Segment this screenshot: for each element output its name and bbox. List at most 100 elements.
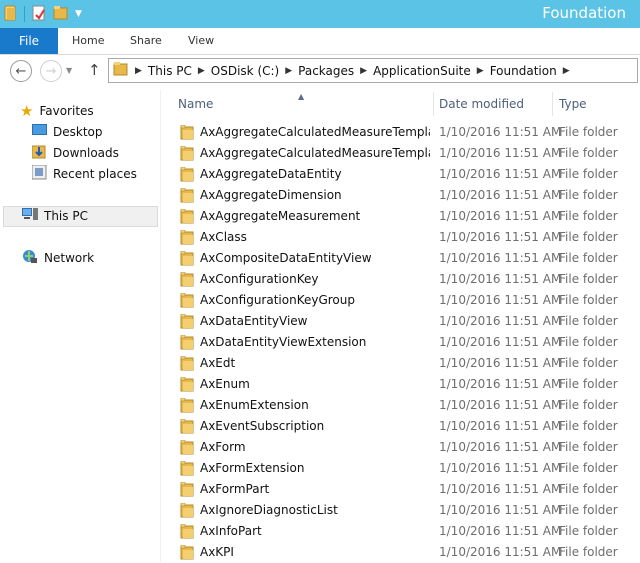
ribbon: File Home Share View xyxy=(0,28,640,55)
file-name: AxForm xyxy=(200,440,246,454)
file-name: AxConfigurationKey xyxy=(200,272,319,286)
breadcrumb-applicationsuite[interactable]: ApplicationSuite xyxy=(373,64,471,78)
desktop-icon xyxy=(32,124,47,140)
table-row[interactable]: AxEnum 1/10/2016 11:51 AM File folder xyxy=(170,374,640,395)
up-button[interactable]: ↑ xyxy=(88,61,101,79)
sidebar-item-this-pc[interactable]: This PC xyxy=(22,206,88,226)
column-header-name[interactable]: Name xyxy=(178,92,432,116)
forward-button[interactable]: → xyxy=(40,60,62,82)
file-date-modified: 1/10/2016 11:51 AM xyxy=(439,398,562,412)
new-folder-icon[interactable] xyxy=(53,5,69,24)
file-name: AxDataEntityView xyxy=(200,314,308,328)
file-type: File folder xyxy=(559,272,618,286)
file-type: File folder xyxy=(559,209,618,223)
tab-view[interactable]: View xyxy=(188,34,214,47)
table-row[interactable]: AxConfigurationKeyGroup 1/10/2016 11:51 A… xyxy=(170,290,640,311)
title-bar: ▼ Foundation xyxy=(0,0,640,28)
back-button[interactable]: ← xyxy=(10,60,32,82)
tab-home[interactable]: Home xyxy=(72,34,104,47)
file-name: AxAggregateDataEntity xyxy=(200,167,342,181)
file-date-modified: 1/10/2016 11:51 AM xyxy=(439,440,562,454)
properties-icon[interactable] xyxy=(31,5,47,24)
table-row[interactable]: AxDataEntityViewExtension 1/10/2016 11:51… xyxy=(170,332,640,353)
address-bar[interactable]: ▶ This PC ▶ OSDisk (C:) ▶ Packages ▶ App… xyxy=(108,58,638,83)
column-divider[interactable] xyxy=(552,92,553,116)
tab-share[interactable]: Share xyxy=(130,34,162,47)
folder-icon xyxy=(180,544,194,563)
column-header-label: Name xyxy=(178,97,214,111)
computer-icon xyxy=(22,207,38,225)
file-type: File folder xyxy=(559,356,618,370)
sidebar-item-network[interactable]: Network xyxy=(22,248,94,268)
sidebar-item-label: Downloads xyxy=(53,146,119,160)
chevron-right-icon[interactable]: ▶ xyxy=(360,66,367,76)
file-type: File folder xyxy=(559,440,618,454)
table-row[interactable]: AxClass 1/10/2016 11:51 AM File folder xyxy=(170,227,640,248)
recent-locations-icon[interactable]: ▼ xyxy=(66,66,72,75)
table-row[interactable]: AxForm 1/10/2016 11:51 AM File folder xyxy=(170,437,640,458)
column-header-date[interactable]: Date modified xyxy=(439,92,551,116)
table-row[interactable]: AxFormExtension 1/10/2016 11:51 AM File fo… xyxy=(170,458,640,479)
table-row[interactable]: AxConfigurationKey 1/10/2016 11:51 AM File… xyxy=(170,269,640,290)
folder-icon xyxy=(180,313,194,332)
column-header-type[interactable]: Type xyxy=(559,92,639,116)
folder-icon xyxy=(180,355,194,374)
file-name: AxEnum xyxy=(200,377,250,391)
file-type: File folder xyxy=(559,482,618,496)
table-row[interactable]: AxAggregateMeasurement 1/10/2016 11:51 AM… xyxy=(170,206,640,227)
file-date-modified: 1/10/2016 11:51 AM xyxy=(439,188,562,202)
file-type: File folder xyxy=(559,125,618,139)
sidebar-item-label: Recent places xyxy=(53,167,137,181)
table-row[interactable]: AxDataEntityView 1/10/2016 11:51 AM File f… xyxy=(170,311,640,332)
table-row[interactable]: AxEventSubscription 1/10/2016 11:51 AM Fil… xyxy=(170,416,640,437)
chevron-right-icon[interactable]: ▶ xyxy=(285,66,292,76)
tab-file[interactable]: File xyxy=(0,28,58,54)
breadcrumb-osdisk[interactable]: OSDisk (C:) xyxy=(211,64,279,78)
table-row[interactable]: AxEnumExtension 1/10/2016 11:51 AM File fo… xyxy=(170,395,640,416)
table-row[interactable]: AxAggregateCalculatedMeasureTemplat... 1/… xyxy=(170,143,640,164)
folder-icon xyxy=(180,523,194,542)
column-divider[interactable] xyxy=(433,92,434,116)
table-row[interactable]: AxInfoPart 1/10/2016 11:51 AM File folder xyxy=(170,521,640,542)
table-row[interactable]: AxEdt 1/10/2016 11:51 AM File folder xyxy=(170,353,640,374)
file-date-modified: 1/10/2016 11:51 AM xyxy=(439,377,562,391)
back-arrow-icon: ← xyxy=(15,63,27,79)
folder-icon[interactable] xyxy=(4,5,18,24)
file-type: File folder xyxy=(559,503,618,517)
folder-icon xyxy=(180,271,194,290)
breadcrumb-foundation[interactable]: Foundation xyxy=(490,64,557,78)
file-type: File folder xyxy=(559,377,618,391)
sidebar-item-desktop[interactable]: Desktop xyxy=(32,122,103,142)
file-date-modified: 1/10/2016 11:51 AM xyxy=(439,125,562,139)
file-date-modified: 1/10/2016 11:51 AM xyxy=(439,335,562,349)
folder-icon xyxy=(180,187,194,206)
pane-divider[interactable] xyxy=(160,90,161,562)
table-row[interactable]: AxFormPart 1/10/2016 11:51 AM File folder xyxy=(170,479,640,500)
file-date-modified: 1/10/2016 11:51 AM xyxy=(439,314,562,328)
table-row[interactable]: AxAggregateDataEntity 1/10/2016 11:51 AM F… xyxy=(170,164,640,185)
chevron-right-icon[interactable]: ▶ xyxy=(563,66,570,76)
folder-icon xyxy=(180,124,194,143)
folder-icon xyxy=(180,460,194,479)
sidebar-item-downloads[interactable]: Downloads xyxy=(31,143,119,163)
table-row[interactable]: AxCompositeDataEntityView 1/10/2016 11:51… xyxy=(170,248,640,269)
sidebar-item-recent-places[interactable]: Recent places xyxy=(31,164,137,184)
table-row[interactable]: AxIgnoreDiagnosticList 1/10/2016 11:51 AM… xyxy=(170,500,640,521)
table-row[interactable]: AxAggregateCalculatedMeasureTemplate 1/10… xyxy=(170,122,640,143)
breadcrumb-this-pc[interactable]: This PC xyxy=(148,64,192,78)
chevron-right-icon[interactable]: ▶ xyxy=(477,66,484,76)
breadcrumb-packages[interactable]: Packages xyxy=(298,64,354,78)
chevron-right-icon[interactable]: ▶ xyxy=(198,66,205,76)
customize-toolbar-icon[interactable]: ▼ xyxy=(75,9,82,19)
sidebar-item-favorites[interactable]: ★ Favorites xyxy=(20,101,94,121)
file-name: AxDataEntityViewExtension xyxy=(200,335,367,349)
folder-icon xyxy=(180,292,194,311)
navigation-pane: ★ Favorites Desktop Downloads Recent pla… xyxy=(0,90,160,562)
chevron-right-icon[interactable]: ▶ xyxy=(135,66,142,76)
folder-icon xyxy=(180,145,194,164)
folder-icon xyxy=(180,397,194,416)
table-row[interactable]: AxAggregateDimension 1/10/2016 11:51 AM Fi… xyxy=(170,185,640,206)
file-type: File folder xyxy=(559,524,618,538)
table-row[interactable]: AxKPI 1/10/2016 11:51 AM File folder xyxy=(170,542,640,563)
file-name: AxAggregateCalculatedMeasureTemplate xyxy=(200,125,430,139)
